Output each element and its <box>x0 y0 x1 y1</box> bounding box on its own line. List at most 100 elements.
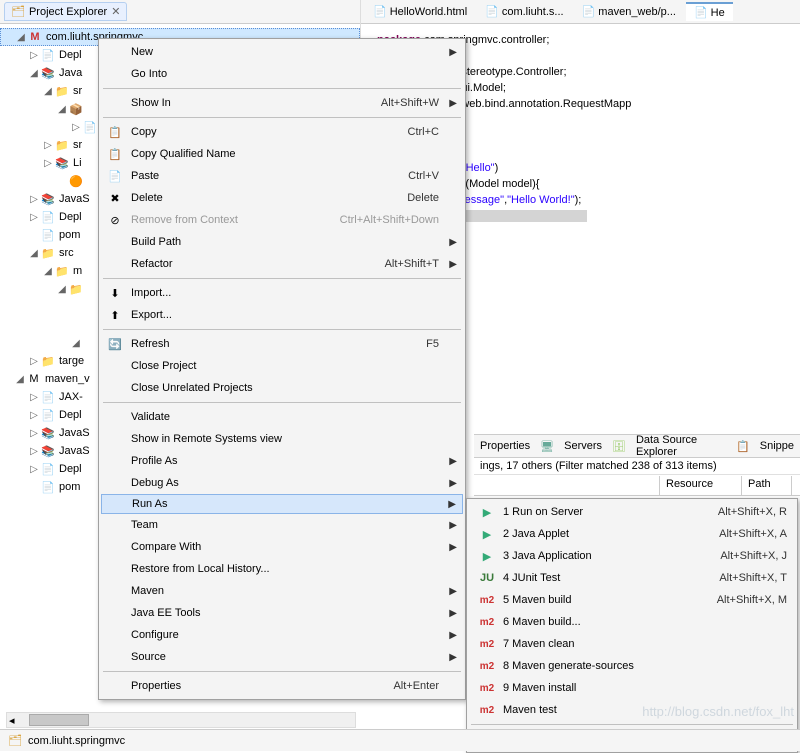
run-icon: JU <box>477 572 497 584</box>
expand-icon[interactable]: ▷ <box>28 428 40 439</box>
project-explorer-tab[interactable]: 🗂 Project Explorer ✕ <box>4 2 127 21</box>
expand-icon[interactable]: ▷ <box>42 158 54 169</box>
submenu-item[interactable]: m28 Maven generate-sources <box>469 655 795 677</box>
submenu-item[interactable]: JU4 JUnit TestAlt+Shift+X, T <box>469 567 795 589</box>
expand-icon[interactable]: ◢ <box>56 284 68 295</box>
submenu-arrow-icon: ▶ <box>449 478 457 489</box>
menu-item-build-path[interactable]: Build Path▶ <box>101 231 463 253</box>
menu-icon <box>105 475 125 491</box>
menu-icon: 📋 <box>105 146 125 162</box>
expand-icon[interactable]: ▷ <box>28 464 40 475</box>
expand-icon[interactable]: ◢ <box>56 104 68 115</box>
tab-snippets[interactable]: Snippe <box>760 440 794 452</box>
submenu-arrow-icon: ▶ <box>449 520 457 531</box>
submenu-item[interactable]: ▶2 Java AppletAlt+Shift+X, A <box>469 523 795 545</box>
submenu-item[interactable]: m27 Maven clean <box>469 633 795 655</box>
expand-icon[interactable]: ▷ <box>28 392 40 403</box>
menu-item-close-project[interactable]: Close Project <box>101 355 463 377</box>
menu-icon: 🔄 <box>105 336 125 352</box>
editor-tab[interactable]: 📄HelloWorld.html <box>365 3 475 20</box>
expand-icon[interactable]: ◢ <box>42 266 54 277</box>
node-icon: 📚 <box>40 191 56 207</box>
menu-label: Team <box>131 519 439 531</box>
menu-icon <box>105 431 125 447</box>
expand-icon[interactable]: ◢ <box>15 32 27 43</box>
close-icon[interactable]: ✕ <box>111 5 120 18</box>
tab-servers[interactable]: Servers <box>564 440 602 452</box>
menu-item-maven[interactable]: Maven▶ <box>101 580 463 602</box>
col-path[interactable]: Path <box>742 476 792 495</box>
menu-label: Copy Qualified Name <box>131 148 439 160</box>
expand-icon[interactable]: ◢ <box>28 68 40 79</box>
submenu-item[interactable]: ▶1 Run on ServerAlt+Shift+X, R <box>469 501 795 523</box>
expand-icon[interactable]: ◢ <box>42 86 54 97</box>
node-icon: 📄 <box>40 209 56 225</box>
menu-item-team[interactable]: Team ▶ <box>101 514 463 536</box>
expand-icon[interactable]: ▷ <box>28 212 40 223</box>
menu-item-delete[interactable]: ✖DeleteDelete <box>101 187 463 209</box>
scrollbar-thumb[interactable] <box>29 714 89 726</box>
menu-item-copy-qualified-name[interactable]: 📋 Copy Qualified Name <box>101 143 463 165</box>
editor-tab[interactable]: 📄He <box>686 2 733 21</box>
submenu-item[interactable]: ▶3 Java ApplicationAlt+Shift+X, J <box>469 545 795 567</box>
menu-label: Refactor <box>131 258 385 270</box>
menu-item-restore-from-local-history-[interactable]: Restore from Local History... <box>101 558 463 580</box>
db-icon: 🗄 <box>612 440 626 453</box>
tree-label: Depl <box>59 409 82 421</box>
menu-item-new[interactable]: New▶ <box>101 41 463 63</box>
menu-item-go-into[interactable]: Go Into <box>101 63 463 85</box>
expand-icon[interactable]: ▷ <box>28 194 40 205</box>
menu-item-import-[interactable]: ⬇Import... <box>101 282 463 304</box>
menu-item-properties[interactable]: PropertiesAlt+Enter <box>101 675 463 697</box>
node-icon: 📄 <box>82 119 98 135</box>
expand-icon[interactable]: ▷ <box>42 140 54 151</box>
tab-properties[interactable]: Properties <box>480 440 530 452</box>
submenu-item[interactable]: m25 Maven buildAlt+Shift+X, M <box>469 589 795 611</box>
menu-item-configure[interactable]: Configure▶ <box>101 624 463 646</box>
menu-item-refactor[interactable]: RefactorAlt+Shift+T▶ <box>101 253 463 275</box>
node-icon: 📁 <box>54 83 70 99</box>
editor-tab[interactable]: 📄com.liuht.s... <box>477 3 571 20</box>
expand-icon[interactable]: ◢ <box>70 338 82 349</box>
col-description[interactable] <box>474 476 660 495</box>
menu-item-export-[interactable]: ⬆Export... <box>101 304 463 326</box>
menu-item-profile-as[interactable]: Profile As▶ <box>101 450 463 472</box>
expand-icon[interactable]: ◢ <box>28 248 40 259</box>
expand-icon[interactable]: ▷ <box>28 50 40 61</box>
menu-item-validate[interactable]: Validate <box>101 406 463 428</box>
problems-columns: Resource Path <box>474 476 800 496</box>
menu-item-source[interactable]: Source▶ <box>101 646 463 668</box>
menu-icon: ⊘ <box>105 212 125 228</box>
horizontal-scrollbar[interactable]: ◂ <box>6 712 356 728</box>
expand-icon[interactable]: ◢ <box>14 374 26 385</box>
menu-icon <box>105 649 125 665</box>
tree-label: JavaS <box>59 193 90 205</box>
menu-item-run-as[interactable]: Run As▶ <box>101 494 463 514</box>
menu-icon <box>105 44 125 60</box>
submenu-item[interactable]: m26 Maven build... <box>469 611 795 633</box>
menu-item-compare-with[interactable]: Compare With▶ <box>101 536 463 558</box>
expand-icon[interactable]: ▷ <box>28 446 40 457</box>
node-icon: 📚 <box>40 65 56 81</box>
tab-data-source[interactable]: Data Source Explorer <box>636 434 726 458</box>
node-icon <box>82 317 98 333</box>
menu-item-paste[interactable]: 📄PasteCtrl+V <box>101 165 463 187</box>
node-icon: 🟠 <box>68 173 84 189</box>
editor-tab[interactable]: 📄maven_web/p... <box>574 3 684 20</box>
expand-icon[interactable]: ▷ <box>70 122 82 133</box>
menu-item-debug-as[interactable]: Debug As▶ <box>101 472 463 494</box>
expand-icon[interactable]: ▷ <box>28 356 40 367</box>
menu-item-java-ee-tools[interactable]: Java EE Tools▶ <box>101 602 463 624</box>
menu-item-close-unrelated-projects[interactable]: Close Unrelated Projects <box>101 377 463 399</box>
menu-item-show-in-remote-systems-view[interactable]: Show in Remote Systems view <box>101 428 463 450</box>
menu-item-remove-from-context[interactable]: ⊘Remove from ContextCtrl+Alt+Shift+Down <box>101 209 463 231</box>
menu-label: Go Into <box>131 68 439 80</box>
col-resource[interactable]: Resource <box>660 476 742 495</box>
html-icon: 📄 <box>373 5 387 18</box>
node-icon <box>82 335 98 351</box>
menu-item-refresh[interactable]: 🔄RefreshF5 <box>101 333 463 355</box>
menu-item-copy[interactable]: 📋CopyCtrl+C <box>101 121 463 143</box>
expand-icon[interactable]: ▷ <box>28 410 40 421</box>
menu-item-show-in[interactable]: Show InAlt+Shift+W▶ <box>101 92 463 114</box>
submenu-item[interactable]: m29 Maven install <box>469 677 795 699</box>
